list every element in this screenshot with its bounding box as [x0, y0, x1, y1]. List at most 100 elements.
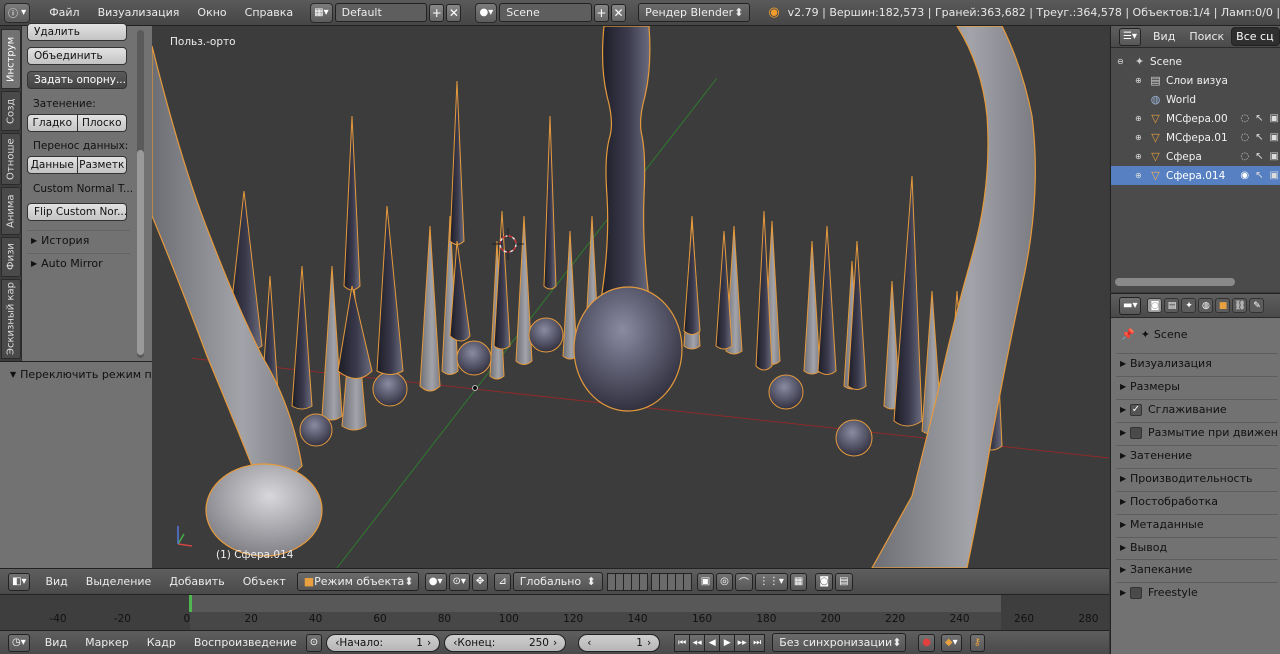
- anti-aliasing-checkbox[interactable]: ✓: [1130, 403, 1142, 416]
- panel-output[interactable]: ▶ Вывод: [1116, 537, 1278, 557]
- eye-icon[interactable]: ◉: [1240, 170, 1249, 181]
- shade-flat-button[interactable]: Плоско: [77, 114, 127, 132]
- outliner-row-object-active[interactable]: ⊕ ▽ Сфера.014 ◉ ↖ ▣: [1111, 166, 1280, 185]
- opengl-render-animation-button[interactable]: ▤: [835, 572, 853, 591]
- outliner-row-object[interactable]: ⊕ ▽ МСфера.00 ◌ ↖ ▣: [1111, 109, 1280, 128]
- expand-icon[interactable]: ⊕: [1135, 171, 1143, 180]
- current-frame-indicator[interactable]: [189, 595, 192, 612]
- auto-keying-button[interactable]: ●: [918, 633, 935, 652]
- scene-delete-button[interactable]: ✕: [610, 3, 627, 22]
- properties-editor-type-button[interactable]: ▬ ▾: [1119, 296, 1142, 315]
- eye-icon[interactable]: ◌: [1240, 113, 1249, 124]
- pin-icon[interactable]: 📌: [1121, 328, 1135, 341]
- expand-icon[interactable]: ⊕: [1135, 133, 1143, 142]
- outliner-row-world[interactable]: ◍ World: [1111, 90, 1280, 109]
- viewport-shading-button[interactable]: ● ▾: [424, 572, 447, 591]
- end-frame-field[interactable]: ‹ Конец: 250 ›: [444, 633, 567, 652]
- tab-constraints[interactable]: ⛓: [1232, 298, 1248, 313]
- scene-browse-button[interactable]: ● ▾: [475, 2, 498, 23]
- render-camera-icon[interactable]: ▣: [1270, 170, 1279, 181]
- insert-keyframe-button[interactable]: ⚷: [969, 633, 985, 652]
- cursor-select-icon[interactable]: ↖: [1255, 170, 1263, 181]
- set-origin-dropdown[interactable]: Задать опорну...⬍: [27, 71, 127, 89]
- render-camera-icon[interactable]: ▣: [1270, 151, 1279, 162]
- outliner-horizontal-scrollbar[interactable]: [1115, 278, 1235, 286]
- collapse-icon[interactable]: ⊖: [1117, 57, 1125, 66]
- tab-render-layers[interactable]: ▤: [1164, 298, 1180, 313]
- outliner-menu-view[interactable]: Вид: [1141, 30, 1182, 43]
- tab-grease-pencil[interactable]: Эскизный кар: [1, 279, 21, 359]
- layout-delete-button[interactable]: ✕: [446, 3, 462, 22]
- panel-anti-aliasing[interactable]: ▶ ✓ Сглаживание: [1116, 399, 1278, 419]
- preview-range-button[interactable]: ⊙: [305, 633, 323, 652]
- menu-add[interactable]: Добавить: [160, 575, 233, 588]
- panel-performance[interactable]: ▶ Производительность: [1116, 468, 1278, 488]
- outliner-display-mode[interactable]: Все сц: [1231, 27, 1280, 46]
- menu-frame[interactable]: Кадр: [138, 636, 185, 649]
- panel-motion-blur[interactable]: ▶ Размытие при движен: [1116, 422, 1278, 442]
- sync-mode-select[interactable]: Без синхронизации ⬍: [772, 633, 907, 652]
- tab-object[interactable]: ■: [1215, 298, 1231, 313]
- menu-select[interactable]: Выделение: [77, 575, 161, 588]
- prev-keyframe-button[interactable]: ◂◂: [689, 633, 706, 652]
- tab-physics[interactable]: Физи: [1, 237, 21, 277]
- last-operator-header[interactable]: ▼ Переключить режим п: [0, 362, 152, 386]
- play-reverse-button[interactable]: ◀: [704, 633, 721, 652]
- delete-button[interactable]: Удалить: [27, 23, 127, 41]
- scene-name-field[interactable]: Scene: [499, 3, 592, 22]
- jump-end-button[interactable]: ⏭: [749, 633, 766, 652]
- data-transfer-button[interactable]: Данные: [27, 156, 78, 174]
- menu-playback[interactable]: Воспроизведение: [185, 636, 306, 649]
- cursor-select-icon[interactable]: ↖: [1255, 151, 1263, 162]
- tab-world[interactable]: ◍: [1198, 298, 1214, 313]
- eye-icon[interactable]: ◌: [1240, 151, 1249, 162]
- pivot-point-button[interactable]: ⊙ ▾: [448, 572, 470, 591]
- expand-icon[interactable]: ⊕: [1135, 114, 1143, 123]
- panel-post-processing[interactable]: ▶ Постобработка: [1116, 491, 1278, 511]
- outliner-row-object[interactable]: ⊕ ▽ МСфера.01 ◌ ↖ ▣: [1111, 128, 1280, 147]
- data-layout-button[interactable]: Разметк: [77, 156, 127, 174]
- manipulator-toggle[interactable]: ✥: [471, 572, 489, 591]
- menu-render[interactable]: Визуализация: [89, 6, 189, 19]
- menu-marker[interactable]: Маркер: [76, 636, 138, 649]
- menu-file[interactable]: Файл: [40, 6, 88, 19]
- history-panel-header[interactable]: ▶ История: [27, 230, 130, 250]
- start-frame-field[interactable]: ‹ Начало: 1 ›: [326, 633, 441, 652]
- 3d-editor-type-button[interactable]: ◧ ▾: [8, 572, 31, 591]
- current-frame-field[interactable]: ‹ 1 ›: [578, 633, 661, 652]
- next-keyframe-button[interactable]: ▸▸: [734, 633, 751, 652]
- opengl-render-button[interactable]: ◙: [815, 572, 834, 591]
- outliner-row-object[interactable]: ⊕ ▽ Сфера ◌ ↖ ▣: [1111, 147, 1280, 166]
- panel-metadata[interactable]: ▶ Метаданные: [1116, 514, 1278, 534]
- outliner-row-render-layers[interactable]: ⊕ ▤ Слои визуа: [1111, 71, 1280, 90]
- tab-scene[interactable]: ✦: [1181, 298, 1197, 313]
- lock-camera-layers-button[interactable]: ▣: [696, 572, 715, 591]
- interaction-mode-select[interactable]: ■ Режим объекта ⬍: [296, 572, 419, 591]
- render-camera-icon[interactable]: ▣: [1270, 113, 1279, 124]
- tab-relations[interactable]: Отноше: [1, 133, 21, 185]
- snap-toggle[interactable]: ⌒: [734, 572, 753, 591]
- menu-timeline-view[interactable]: Вид: [36, 636, 76, 649]
- layout-browse-button[interactable]: ▦ ▾: [310, 2, 333, 23]
- jump-start-button[interactable]: ⏮: [674, 633, 691, 652]
- tab-animation[interactable]: Анима: [1, 187, 21, 235]
- menu-help[interactable]: Справка: [236, 6, 302, 19]
- panel-render[interactable]: ▶ Визуализация: [1116, 353, 1278, 373]
- render-camera-icon[interactable]: ▣: [1270, 132, 1279, 143]
- panel-dimensions[interactable]: ▶ Размеры: [1116, 376, 1278, 396]
- shade-smooth-button[interactable]: Гладко: [27, 114, 78, 132]
- layer-grid-2[interactable]: [650, 572, 692, 591]
- outliner-menu-search[interactable]: Поиск: [1182, 30, 1231, 43]
- outliner-row-scene[interactable]: ⊖ ✦ Scene: [1111, 52, 1280, 71]
- panel-shading[interactable]: ▶ Затенение: [1116, 445, 1278, 465]
- 3d-viewport[interactable]: Польз.-орто (1) Сфера.014: [152, 26, 1109, 568]
- editor-type-button[interactable]: ⓘ ▾: [4, 2, 31, 23]
- layout-add-button[interactable]: +: [429, 3, 445, 22]
- layout-name-field[interactable]: Default: [334, 3, 428, 22]
- menu-object[interactable]: Объект: [234, 575, 295, 588]
- menu-window[interactable]: Окно: [188, 6, 235, 19]
- layer-grid-1[interactable]: [606, 572, 648, 591]
- eye-icon[interactable]: ◌: [1240, 132, 1249, 143]
- snap-element-button[interactable]: ⋮⋮ ▾: [754, 572, 788, 591]
- expand-icon[interactable]: ⊕: [1135, 152, 1143, 161]
